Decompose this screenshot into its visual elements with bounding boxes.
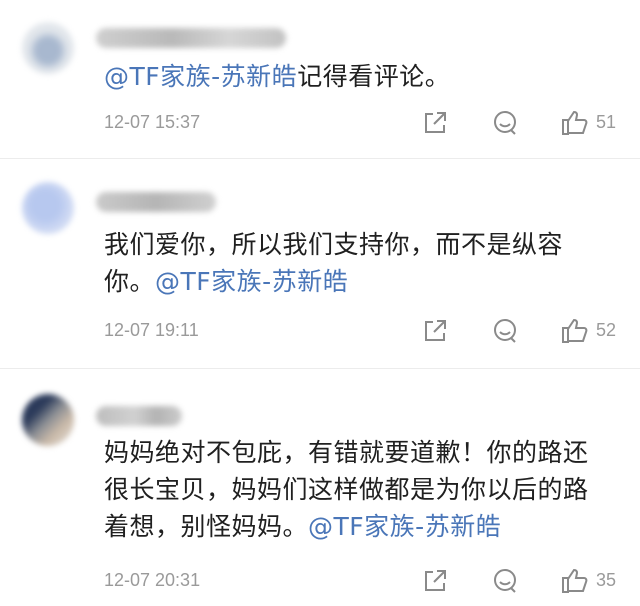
share-icon <box>425 320 446 341</box>
like-button[interactable]: 35 <box>560 566 624 596</box>
reply-button[interactable] <box>490 566 520 596</box>
username-blurred[interactable] <box>96 28 286 48</box>
timestamp: 12-07 19:11 <box>104 320 199 340</box>
comment-icon <box>494 319 516 343</box>
avatar[interactable] <box>22 394 74 446</box>
mention-link[interactable]: @TF家族-苏新皓 <box>104 62 297 91</box>
username-blurred[interactable] <box>96 192 216 212</box>
share-icon <box>425 570 446 591</box>
username-blurred[interactable] <box>96 406 182 426</box>
like-icon <box>562 568 588 593</box>
comment-icon <box>494 111 516 135</box>
mention-link[interactable]: @TF家族-苏新皓 <box>155 267 348 296</box>
reply-button[interactable] <box>490 316 520 346</box>
comment-item: 妈妈绝对不包庇，有错就要道歉！你的路还很长宝贝，妈妈们这样做都是为你以后的路着想… <box>0 370 640 606</box>
like-icon <box>562 110 588 135</box>
divider <box>0 158 640 159</box>
like-icon <box>562 318 588 343</box>
comment-text: 妈妈绝对不包庇，有错就要道歉！你的路还很长宝贝，妈妈们这样做都是为你以后的路着想… <box>104 434 604 545</box>
comment-meta: 12-07 19:11 52 <box>104 316 624 346</box>
like-button[interactable]: 52 <box>560 316 624 346</box>
share-button[interactable] <box>420 566 450 596</box>
share-button[interactable] <box>420 316 450 346</box>
timestamp: 12-07 20:31 <box>104 570 201 590</box>
reply-button[interactable] <box>490 108 520 138</box>
comment-meta: 12-07 20:31 35 <box>104 566 624 596</box>
comment-item: @TF家族-苏新皓记得看评论。 12-07 15:37 51 <box>0 0 640 150</box>
comment-icon <box>494 569 516 593</box>
comment-text-part: 记得看评论。 <box>297 62 451 91</box>
like-count: 52 <box>596 320 617 340</box>
comment-text: @TF家族-苏新皓记得看评论。 <box>104 58 604 95</box>
mention-link[interactable]: @TF家族-苏新皓 <box>308 512 501 541</box>
share-button[interactable] <box>420 108 450 138</box>
comment-item: 我们爱你，所以我们支持你，而不是纵容你。@TF家族-苏新皓 12-07 19:1… <box>0 160 640 360</box>
share-icon <box>425 112 446 133</box>
comment-meta: 12-07 15:37 51 <box>104 108 624 138</box>
divider <box>0 368 640 369</box>
avatar[interactable] <box>22 22 74 74</box>
timestamp: 12-07 15:37 <box>104 112 201 132</box>
comment-text: 我们爱你，所以我们支持你，而不是纵容你。@TF家族-苏新皓 <box>104 226 604 300</box>
like-button[interactable]: 51 <box>560 108 624 138</box>
like-count: 51 <box>596 112 617 132</box>
avatar[interactable] <box>22 182 74 234</box>
like-count: 35 <box>596 570 617 590</box>
